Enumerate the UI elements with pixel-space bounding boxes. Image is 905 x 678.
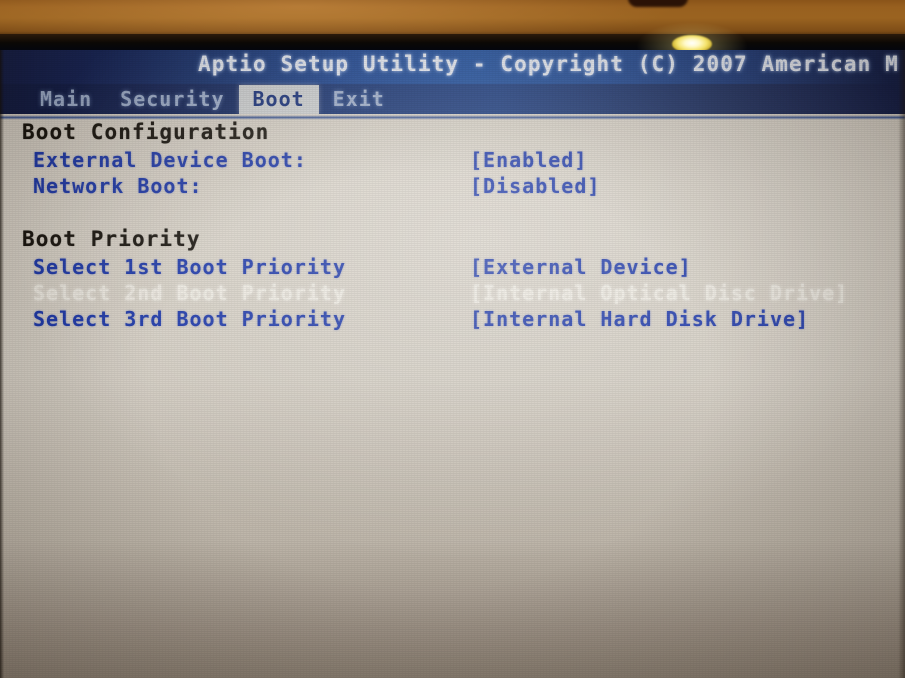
setting-label: Select 1st Boot Priority	[33, 255, 346, 279]
bezel-notch-icon	[628, 0, 688, 7]
setting-row-network-boot[interactable]: Network Boot: [Disabled]	[0, 173, 905, 199]
group-title-boot-priority: Boot Priority	[22, 227, 201, 251]
tab-exit[interactable]: Exit	[319, 85, 399, 114]
tab-main[interactable]: Main	[26, 85, 106, 114]
bezel-bottom-edge	[0, 34, 905, 50]
group-title-boot-configuration: Boot Configuration	[22, 120, 270, 144]
setting-row-1st-boot-priority[interactable]: Select 1st Boot Priority [External Devic…	[0, 254, 905, 280]
bios-content: Boot Configuration External Device Boot:…	[0, 120, 905, 360]
setting-label: Network Boot:	[33, 174, 203, 198]
setting-row-2nd-boot-priority[interactable]: Select 2nd Boot Priority [Internal Optic…	[0, 280, 905, 306]
tab-boot[interactable]: Boot	[238, 84, 319, 114]
setting-value[interactable]: [External Device]	[470, 254, 692, 280]
bios-screen: Aptio Setup Utility - Copyright (C) 2007…	[0, 50, 905, 678]
screen-right-edge	[898, 50, 905, 678]
screen-left-edge	[0, 50, 4, 678]
setting-label: Select 3rd Boot Priority	[33, 307, 346, 331]
group-boot-configuration: Boot Configuration External Device Boot:…	[0, 120, 905, 199]
setting-label: External Device Boot:	[33, 148, 307, 172]
laptop-screen-photo: Aptio Setup Utility - Copyright (C) 2007…	[0, 0, 905, 678]
setting-label: Select 2nd Boot Priority	[33, 281, 346, 305]
setting-value[interactable]: [Disabled]	[470, 173, 600, 199]
setting-value[interactable]: [Internal Optical Disc Drive]	[470, 280, 848, 306]
menu-separator	[0, 116, 905, 119]
bios-menu-items: Main Security Boot Exit	[26, 84, 399, 114]
setting-value[interactable]: [Internal Hard Disk Drive]	[470, 306, 809, 332]
setting-value[interactable]: [Enabled]	[470, 147, 587, 173]
tab-security[interactable]: Security	[106, 85, 238, 114]
bios-title-text: Aptio Setup Utility - Copyright (C) 2007…	[198, 52, 899, 76]
group-boot-priority: Boot Priority Select 1st Boot Priority […	[0, 227, 905, 332]
setting-row-3rd-boot-priority[interactable]: Select 3rd Boot Priority [Internal Hard …	[0, 306, 905, 332]
setting-row-external-device-boot[interactable]: External Device Boot: [Enabled]	[0, 147, 905, 173]
